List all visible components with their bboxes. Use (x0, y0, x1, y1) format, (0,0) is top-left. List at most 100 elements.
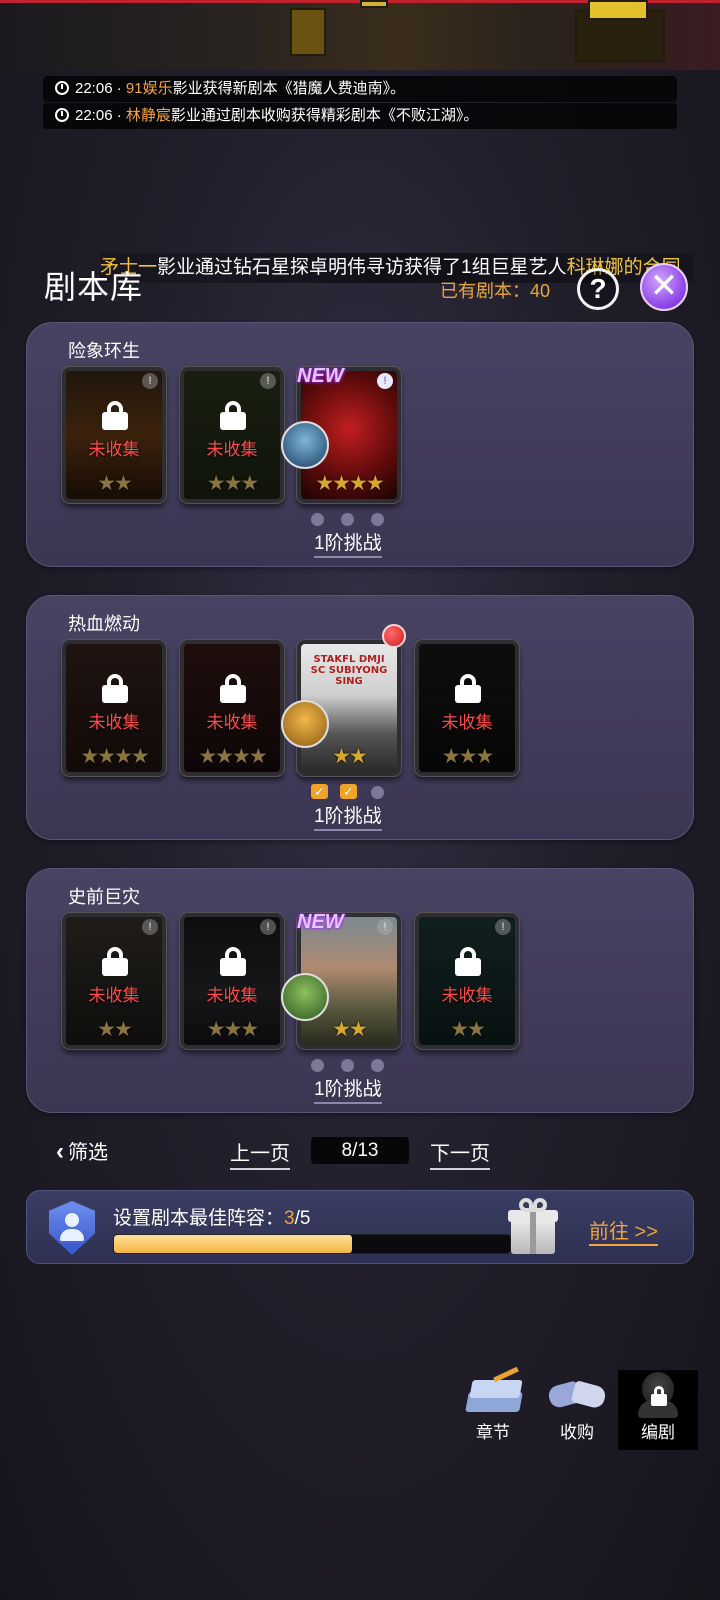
star-rating: ★★ (450, 1018, 486, 1041)
star-rating: ★★★★ (198, 745, 267, 768)
acquire-button[interactable]: 收购 (542, 1372, 612, 1443)
star-rating: ★★ (97, 472, 133, 495)
challenge-progress: ✓ ✓ (311, 784, 391, 802)
actor-avatar[interactable] (281, 973, 329, 1021)
info-icon[interactable]: ! (142, 919, 158, 935)
ticker-company-name: 91娱乐 (125, 80, 173, 97)
ticker-time: 22:06 (75, 107, 113, 124)
info-icon[interactable]: ! (377, 919, 393, 935)
page-indicator: 8/13 (311, 1137, 409, 1164)
info-icon[interactable]: ! (260, 373, 276, 389)
script-card-locked[interactable]: 未收集 ★★★ (415, 640, 519, 776)
task-label: 设置剧本最佳阵容：3/5 (113, 1203, 310, 1230)
uncollected-label: 未收集 (441, 986, 493, 1005)
lock-icon (455, 947, 481, 977)
challenge-progress (311, 1059, 391, 1075)
script-card-locked[interactable]: 未收集 ! ★★ (415, 913, 519, 1049)
ticker-company-name: 林静宸 (125, 107, 171, 124)
script-category-panel: 险象环生 未收集 ! ★★ 未收集 ! ★★★ ! ★★★★ NEW 1阶挑战 (26, 322, 694, 567)
nav-label: 章节 (476, 1423, 510, 1442)
scene-decoration (588, 0, 648, 20)
script-card-locked[interactable]: 未收集 ! ★★ (62, 367, 166, 503)
category-title: 史前巨灾 (68, 887, 140, 907)
news-ticker-line: 22:06 · 林静宸影业通过剧本收购获得精彩剧本《不败江湖》。 (43, 103, 677, 129)
close-button[interactable]: ✕ (640, 263, 688, 311)
star-rating: ★★★ (206, 1018, 259, 1041)
task-progress-fill (114, 1235, 352, 1253)
uncollected-label: 未收集 (441, 713, 493, 732)
owned-label: 已有剧本： (440, 281, 530, 301)
chapter-button[interactable]: 章节 (458, 1366, 528, 1443)
script-card-locked[interactable]: 未收集 ! ★★ (62, 913, 166, 1049)
task-progress-bar (113, 1234, 511, 1254)
challenge-progress (311, 513, 391, 529)
task-total: /5 (294, 1208, 311, 1229)
shield-user-icon (49, 1201, 95, 1255)
gift-box-icon[interactable] (505, 1196, 561, 1256)
info-icon[interactable]: ! (377, 373, 393, 389)
next-page-button[interactable]: 下一页 (430, 1137, 490, 1170)
clock-icon (55, 108, 69, 122)
star-rating: ★★★★ (80, 745, 149, 768)
challenge-link[interactable]: 1阶挑战 (314, 801, 382, 831)
script-card-locked[interactable]: 未收集 ! ★★★ (180, 913, 284, 1049)
chevron-left-icon: ‹ (56, 1138, 64, 1165)
owned-count: 40 (530, 281, 551, 301)
ticker-text: 影业通过剧本收购获得精彩剧本《不败江湖》。 (170, 107, 479, 124)
locked-writer-icon (628, 1370, 688, 1418)
script-card-locked[interactable]: 未收集 ! ★★★ (180, 367, 284, 503)
lock-icon (102, 947, 128, 977)
star-rating: ★★ (332, 1018, 368, 1041)
news-ticker-line: 22:06 · 91娱乐影业获得新剧本《猎魔人费迪南》。 (43, 76, 677, 102)
actor-avatar[interactable] (281, 421, 329, 469)
new-badge: NEW (297, 911, 344, 933)
task-text: 设置剧本最佳阵容： (113, 1208, 285, 1229)
lock-icon (220, 674, 246, 704)
screenwriter-button[interactable]: 编剧 (618, 1370, 698, 1450)
filter-button[interactable]: ‹ 筛选 (56, 1136, 108, 1166)
clock-icon (55, 81, 69, 95)
challenge-link[interactable]: 1阶挑战 (314, 1074, 382, 1104)
go-button[interactable]: 前往 >> (589, 1215, 658, 1246)
lineup-task-bar: 设置剧本最佳阵容：3/5 前往 >> (26, 1190, 694, 1264)
category-title: 险象环生 (68, 341, 140, 361)
challenge-link[interactable]: 1阶挑战 (314, 528, 382, 558)
ticker-text: 影业获得新剧本《猎魔人费迪南》。 (172, 80, 406, 97)
uncollected-label: 未收集 (88, 440, 140, 459)
page-title: 剧本库 (44, 269, 144, 305)
star-rating: ★★★★ (315, 472, 384, 495)
nav-label: 编剧 (641, 1423, 675, 1442)
script-category-panel: 史前巨灾 未收集 ! ★★ 未收集 ! ★★★ ! ★★ NEW 未收集 ! ★… (26, 868, 694, 1113)
notification-dot (382, 624, 406, 648)
star-rating: ★★★ (206, 472, 259, 495)
category-title: 热血燃动 (68, 614, 140, 634)
actor-avatar[interactable] (281, 700, 329, 748)
lock-icon (455, 674, 481, 704)
uncollected-label: 未收集 (88, 713, 140, 732)
lock-icon (220, 401, 246, 431)
info-icon[interactable]: ! (495, 919, 511, 935)
marquee-text: 影业通过钻石星探卓明伟寻访获得了1组巨星艺人 (157, 257, 567, 278)
script-card-locked[interactable]: 未收集 ★★★★ (180, 640, 284, 776)
ticker-separator: · (116, 107, 122, 124)
scene-decoration (290, 8, 326, 56)
filter-label: 筛选 (68, 1142, 108, 1164)
lock-icon (102, 401, 128, 431)
lock-icon (220, 947, 246, 977)
ticker-separator: · (116, 80, 122, 97)
book-icon (463, 1366, 523, 1418)
ticker-time: 22:06 (75, 80, 113, 97)
task-current: 3 (284, 1208, 295, 1229)
script-card-locked[interactable]: 未收集 ★★★★ (62, 640, 166, 776)
script-category-panel: 热血燃动 未收集 ★★★★ 未收集 ★★★★ STAKFL DMJI SC SU… (26, 595, 694, 840)
help-button[interactable]: ? (577, 268, 619, 310)
info-icon[interactable]: ! (142, 373, 158, 389)
owned-scripts-count: 已有剧本：40 (440, 277, 550, 303)
poster-title: STAKFL DMJI SC SUBIYONG SING (310, 654, 388, 687)
uncollected-label: 未收集 (206, 440, 258, 459)
info-icon[interactable]: ! (260, 919, 276, 935)
uncollected-label: 未收集 (206, 986, 258, 1005)
scene-decoration (360, 0, 388, 8)
prev-page-button[interactable]: 上一页 (230, 1137, 290, 1170)
lock-icon (102, 674, 128, 704)
